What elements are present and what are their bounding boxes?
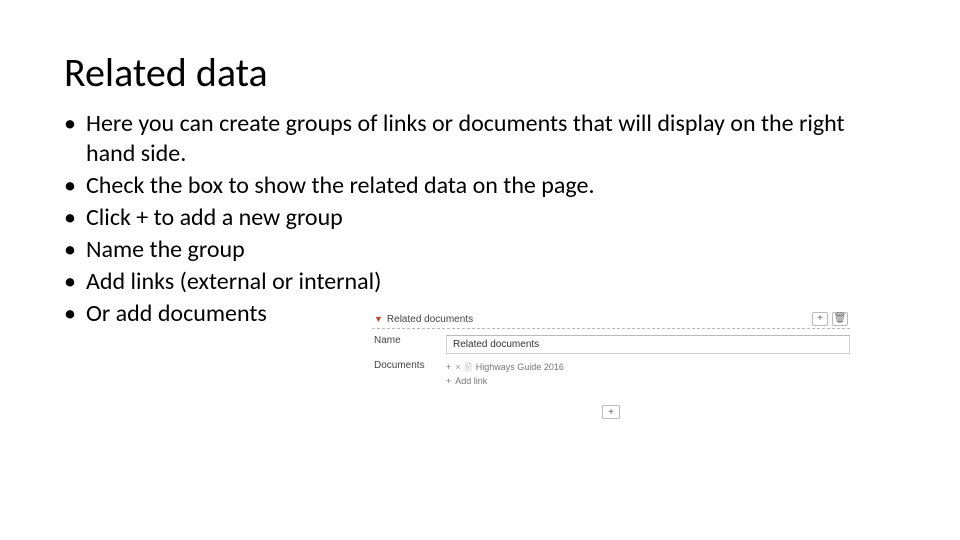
document-page-icon: 🗎 [465,363,472,372]
bullet-item: Here you can create groups of links or d… [64,109,896,169]
panel-delete-button[interactable]: 🗑 [832,312,848,326]
add-group-row: + [372,405,850,419]
panel-header: ▼ Related documents + 🗑 [372,310,850,329]
panel-add-button[interactable]: + [812,312,828,326]
panel-header-label: Related documents [387,314,808,325]
bullet-item: Name the group [64,235,896,265]
related-documents-panel: ▼ Related documents + 🗑 Name Documents +… [372,310,850,419]
panel-body: Name Documents + × 🗎 Highways Guide 2016… [372,329,850,391]
reorder-plus-icon[interactable]: + [446,363,451,372]
bullet-list: Here you can create groups of links or d… [64,109,896,329]
document-item: + × 🗎 Highways Guide 2016 [446,360,850,374]
add-link-row[interactable]: + Add link [446,374,850,388]
add-group-button[interactable]: + [602,405,620,419]
documents-field-label: Documents [372,360,446,371]
collapse-triangle-icon[interactable]: ▼ [374,315,383,324]
add-link-text: Add link [455,374,487,388]
name-input[interactable] [446,335,850,354]
bullet-item: Click + to add a new group [64,203,896,233]
name-field-label: Name [372,335,446,346]
slide-title: Related data [64,48,896,97]
document-item-text[interactable]: Highways Guide 2016 [476,360,564,374]
bullet-item: Check the box to show the related data o… [64,171,896,201]
remove-x-icon[interactable]: × [455,363,460,372]
bullet-item: Add links (external or internal) [64,267,896,297]
add-link-plus-icon: + [446,377,451,386]
